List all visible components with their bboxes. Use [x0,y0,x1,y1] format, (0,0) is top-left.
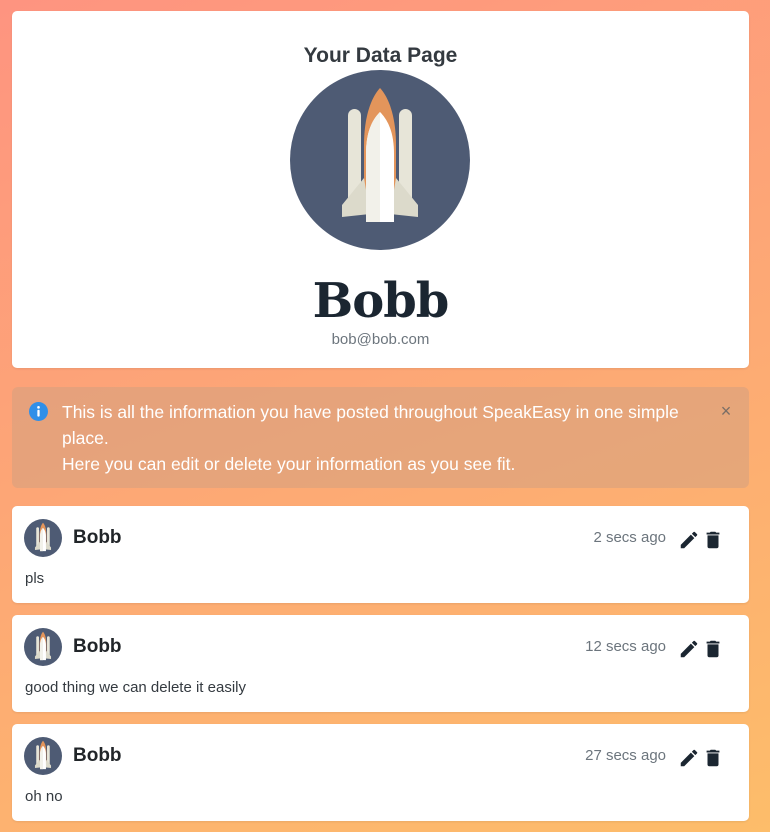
post-body: good thing we can delete it easily [25,679,246,696]
post-body: oh no [25,788,63,805]
post-body: pls [25,570,45,587]
post-author: Bobb [73,636,122,657]
post-author: Bobb [73,745,122,766]
close-icon[interactable]: × [716,401,736,421]
avatar [24,737,62,775]
avatar [24,519,62,557]
post-card: Bobb 2 secs ago pls [12,506,749,603]
avatar [24,628,62,666]
info-icon [29,402,48,421]
alert-message: This is all the information you have pos… [62,399,702,477]
post-timestamp: 27 secs ago [585,747,666,764]
page-title: Your Data Page [303,44,458,67]
profile-email: bob@bob.com [331,331,430,348]
post-timestamp: 2 secs ago [593,529,666,546]
post-card: Bobb 27 secs ago oh no [12,724,749,821]
post-card: Bobb 12 secs ago good thing we can delet… [12,615,749,712]
edit-icon[interactable] [678,747,700,769]
trash-icon[interactable] [702,529,724,551]
info-alert: This is all the information you have pos… [12,387,749,488]
edit-icon[interactable] [678,638,700,660]
post-author: Bobb [73,527,122,548]
edit-icon[interactable] [678,529,700,551]
alert-line-1: This is all the information you have pos… [62,402,679,448]
profile-name: Bobb [312,273,450,329]
profile-card: Your Data Page Bobb bob@bob.com [12,11,749,368]
alert-line-2: Here you can edit or delete your informa… [62,454,516,474]
rocket-icon [290,70,470,250]
post-timestamp: 12 secs ago [585,638,666,655]
trash-icon[interactable] [702,638,724,660]
trash-icon[interactable] [702,747,724,769]
